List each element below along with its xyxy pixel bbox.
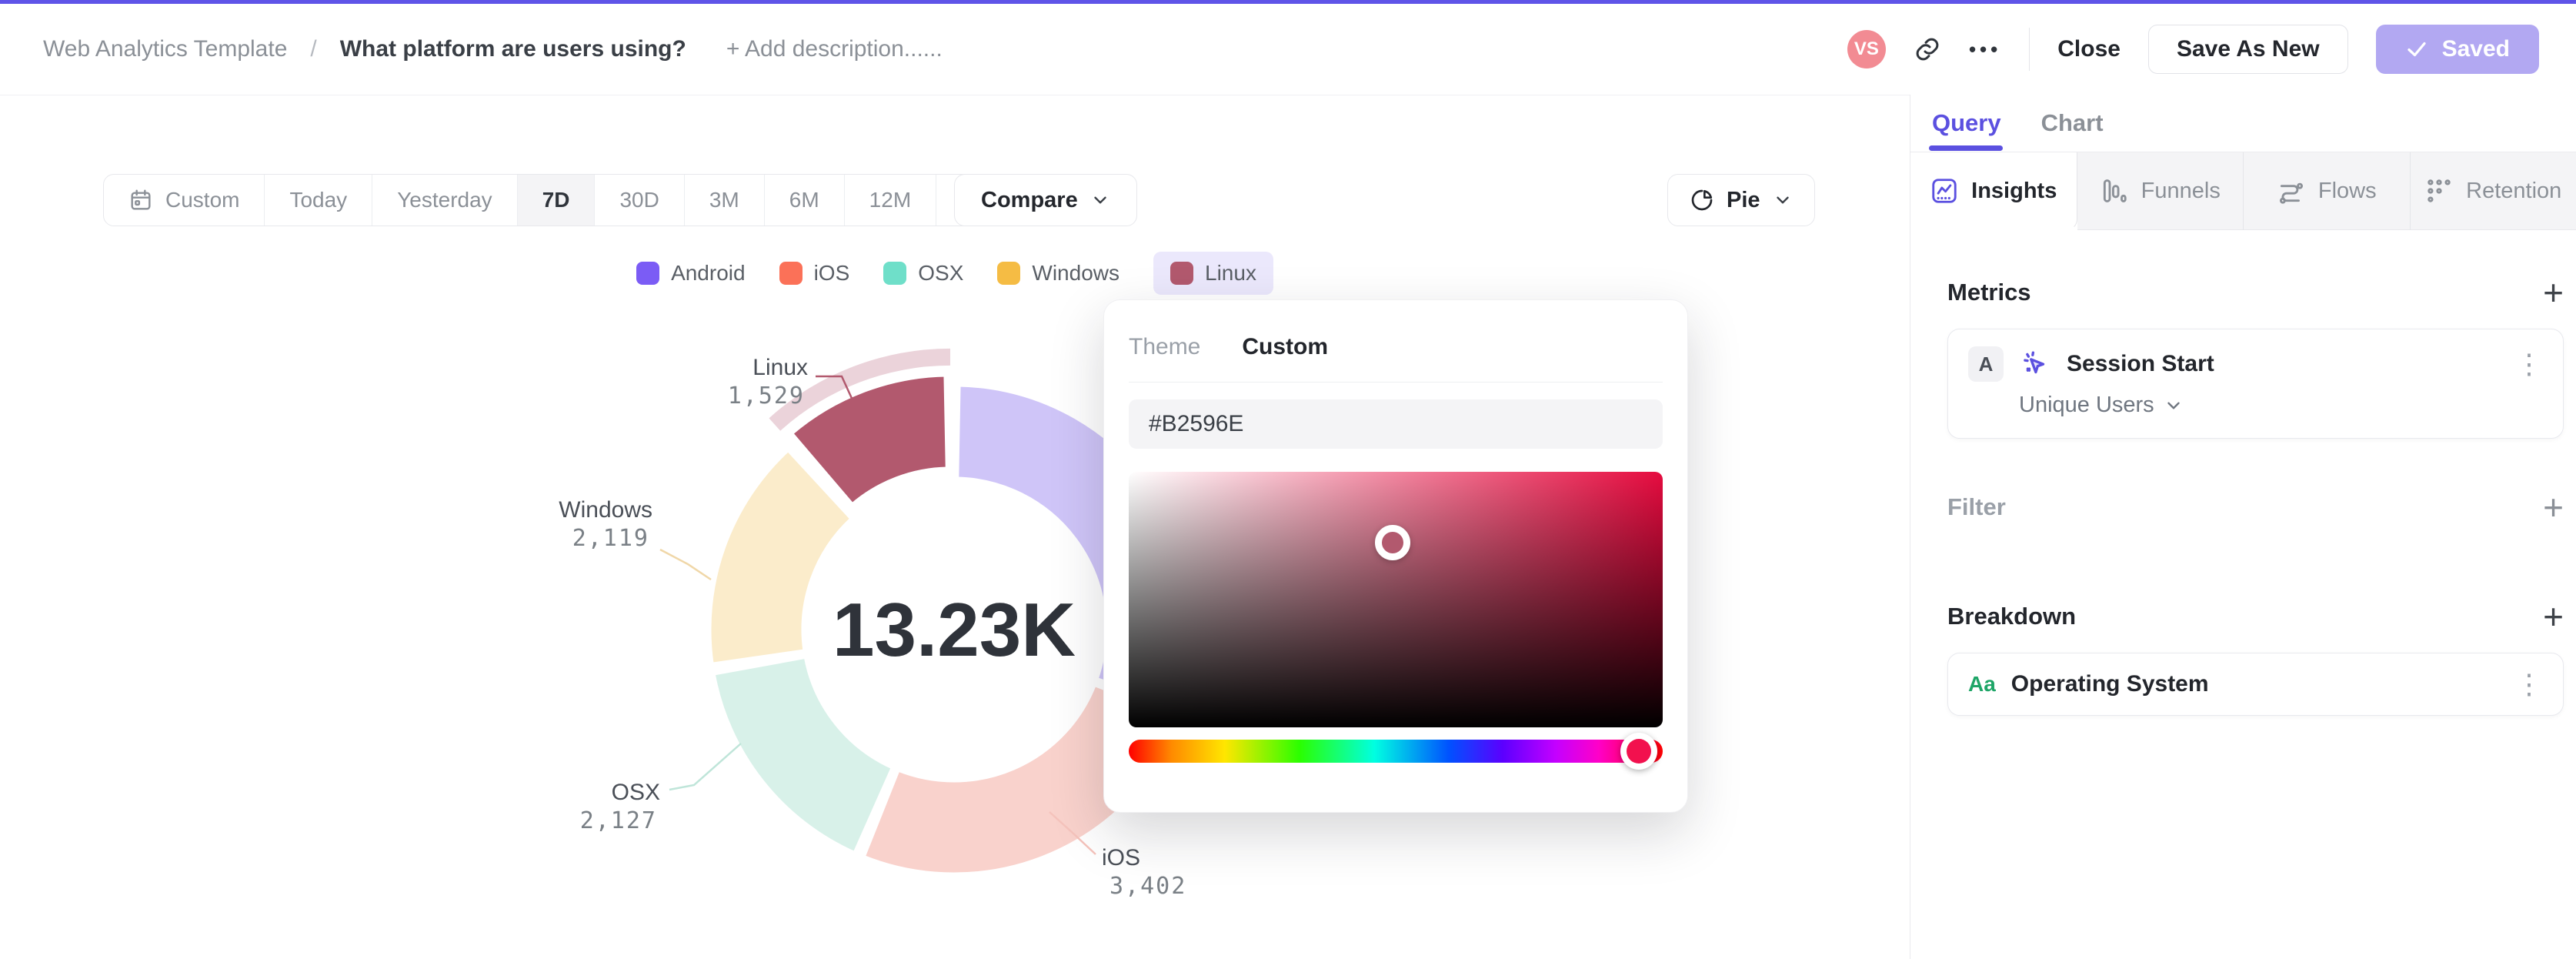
- add-breakdown-button[interactable]: +: [2543, 599, 2564, 634]
- tab-retention[interactable]: Retention: [2410, 152, 2576, 230]
- add-metric-button[interactable]: +: [2543, 275, 2564, 310]
- slice-label-ios: iOS: [1102, 845, 1140, 870]
- metric-badge: A: [1968, 346, 2004, 382]
- save-as-new-button[interactable]: Save As New: [2147, 25, 2348, 74]
- header-actions: VS ••• Close Save As New Saved: [1847, 25, 2539, 74]
- breakdown-label: Operating System: [2010, 671, 2209, 697]
- sidebar-tabs: Query Chart: [1910, 95, 2576, 152]
- saved-label: Saved: [2441, 36, 2510, 62]
- active-tab-underline: [1929, 145, 2003, 151]
- breakdown-section-header: Breakdown +: [1947, 599, 2564, 634]
- insights-icon: [1932, 179, 1957, 203]
- saturation-brightness-area[interactable]: [1129, 472, 1663, 727]
- flows-icon: [2279, 182, 2303, 204]
- breakdown-card[interactable]: Aa Operating System ⋮: [1947, 653, 2564, 716]
- metrics-section-header: Metrics +: [1947, 275, 2564, 310]
- sidebar-content: Metrics + A Session Start ⋮ Unique Users: [1910, 275, 2576, 716]
- donut-slice-osx[interactable]: [711, 654, 895, 856]
- filter-section-header: Filter +: [1947, 490, 2564, 525]
- save-as-new-label: Save As New: [2176, 36, 2320, 62]
- check-icon: [2407, 42, 2426, 57]
- tab-query[interactable]: Query: [1932, 109, 2001, 137]
- app-root: Web Analytics Template / What platform a…: [0, 0, 2576, 959]
- aggregation-dropdown[interactable]: Unique Users: [2019, 393, 2543, 418]
- saturation-picker-handle[interactable]: [1374, 524, 1410, 560]
- metrics-heading: Metrics: [1947, 279, 2031, 306]
- metric-kebab-menu[interactable]: ⋮: [2515, 350, 2543, 378]
- breakdown-heading: Breakdown: [1947, 603, 2077, 630]
- more-options-icon[interactable]: •••: [1969, 38, 2001, 62]
- chevron-down-icon: [2167, 402, 2180, 409]
- donut-center-total: 13.23K: [833, 587, 1076, 672]
- saved-button[interactable]: Saved: [2375, 25, 2539, 74]
- slice-value-ios: 3,402: [1109, 873, 1186, 900]
- analysis-view-tabs: Insights Funnels Flows Retention: [1910, 152, 2576, 230]
- link-icon[interactable]: [1914, 35, 1941, 63]
- view-tab-label: Flows: [2317, 178, 2377, 203]
- slice-value-linux: 1,529: [728, 383, 805, 409]
- filter-heading: Filter: [1947, 493, 2006, 520]
- hex-input-wrap: [1129, 399, 1663, 449]
- header-divider: [2029, 28, 2030, 71]
- slice-label-linux: Linux: [752, 355, 808, 380]
- hue-slider-handle[interactable]: [1620, 733, 1657, 770]
- query-sidebar: Query Chart Insights Funnels Flows Reten…: [1910, 95, 2576, 959]
- tab-insights[interactable]: Insights: [1910, 152, 2077, 230]
- view-tab-label: Retention: [2466, 178, 2562, 203]
- color-picker-tabs-divider: [1129, 382, 1663, 383]
- color-picker-popup: Theme Custom: [1103, 299, 1688, 813]
- label-connector-windows: [659, 548, 712, 581]
- slice-label-windows: Windows: [559, 497, 652, 523]
- slice-value-osx: 2,127: [580, 807, 657, 834]
- tab-chart[interactable]: Chart: [2041, 109, 2104, 137]
- retention-icon: [2428, 179, 2451, 202]
- color-picker-tabs: Theme Custom: [1129, 334, 1663, 360]
- slice-value-windows: 2,119: [572, 525, 649, 552]
- view-tab-label: Insights: [1971, 178, 2057, 203]
- hue-slider[interactable]: [1129, 733, 1663, 770]
- tab-theme[interactable]: Theme: [1129, 334, 1200, 360]
- session-start-icon: [2024, 351, 2045, 374]
- slice-label-osx: OSX: [612, 780, 660, 805]
- metric-card[interactable]: A Session Start ⋮ Unique Users: [1947, 329, 2564, 439]
- aggregation-label: Unique Users: [2019, 393, 2154, 417]
- label-connector-osx: [669, 743, 742, 791]
- hex-color-input[interactable]: [1129, 399, 1663, 449]
- breakdown-kebab-menu[interactable]: ⋮: [2515, 670, 2543, 698]
- tab-custom[interactable]: Custom: [1242, 334, 1328, 360]
- tab-funnels[interactable]: Funnels: [2077, 152, 2244, 230]
- tab-flows[interactable]: Flows: [2244, 152, 2411, 230]
- funnels-icon: [2103, 179, 2127, 202]
- string-property-icon: Aa: [1968, 672, 1996, 696]
- close-button[interactable]: Close: [2057, 36, 2121, 62]
- add-filter-button[interactable]: +: [2543, 490, 2564, 525]
- metric-label: Session Start: [2067, 351, 2214, 376]
- view-tab-label: Funnels: [2141, 178, 2221, 203]
